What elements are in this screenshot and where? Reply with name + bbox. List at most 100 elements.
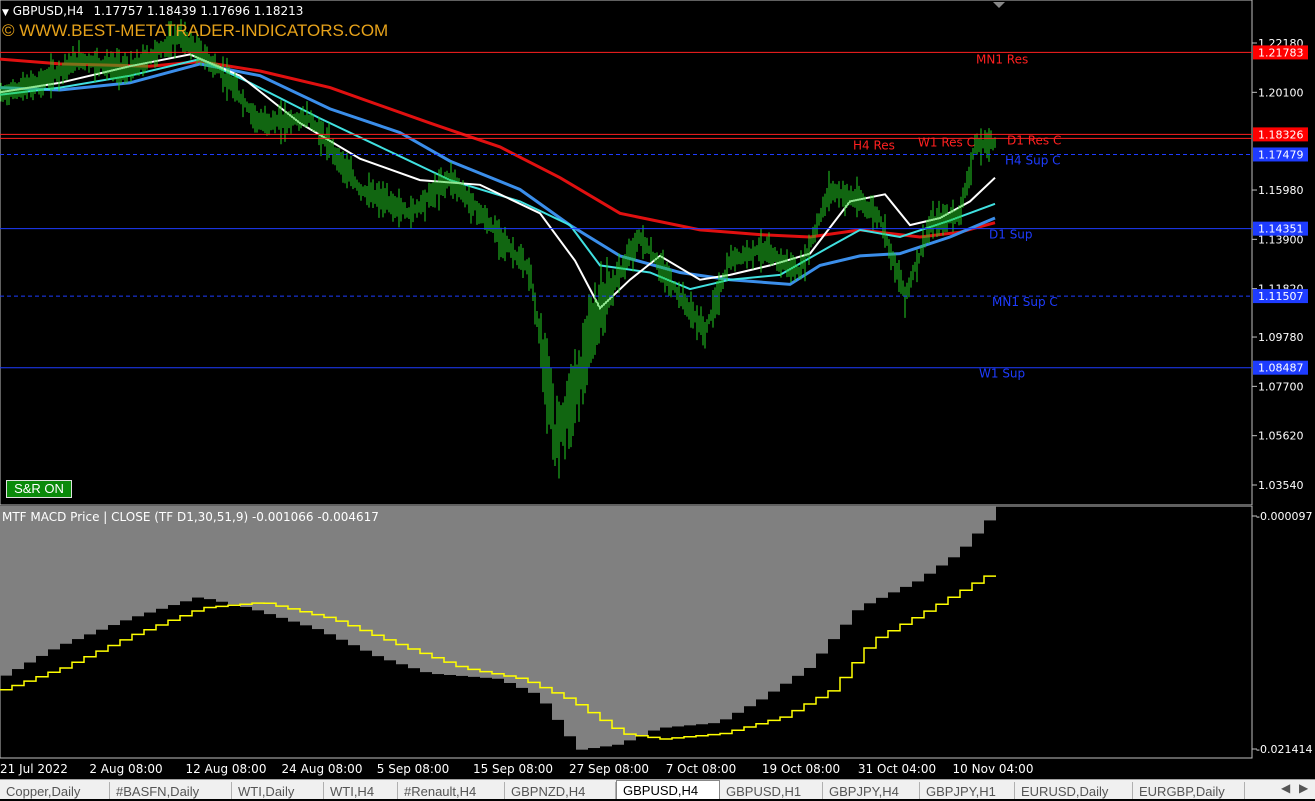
macd-histogram-bar xyxy=(936,506,948,566)
price-tick-label: 1.15980 xyxy=(1258,184,1304,197)
chart-tab[interactable]: Copper,Daily xyxy=(0,782,110,799)
chart-frame xyxy=(0,0,1253,506)
tab-scroll: ◀ ▶ xyxy=(1275,780,1315,799)
macd-histogram-bar xyxy=(480,506,492,678)
macd-title: MTF MACD Price | CLOSE (TF D1,30,51,9) -… xyxy=(2,510,379,524)
macd-histogram-bar xyxy=(768,506,780,692)
price-badge-label: 1.17479 xyxy=(1258,148,1304,161)
time-tick-label: 15 Sep 08:00 xyxy=(472,762,554,776)
macd-histogram-bar xyxy=(576,506,588,750)
macd-histogram-bar xyxy=(708,506,720,724)
chart-tab[interactable]: EURUSD,Daily xyxy=(1015,782,1133,799)
dropdown-triangle-icon[interactable]: ▼ xyxy=(2,8,9,18)
macd-histogram-bar xyxy=(72,506,84,640)
chart-tab[interactable]: EURGBP,Daily xyxy=(1133,782,1245,799)
macd-histogram-bar xyxy=(864,506,876,604)
price-badge-label: 1.08487 xyxy=(1258,362,1304,375)
macd-histogram-bar xyxy=(12,506,24,670)
price-badge-label: 1.21783 xyxy=(1258,46,1304,59)
chart-tab[interactable]: GBPUSD,H4 xyxy=(616,780,720,799)
macd-histogram-bar xyxy=(816,506,828,654)
support-resistance-levels: MN1 Res H4 Res W1 Res C D1 Res C H4 Sup C D1 … xyxy=(0,51,1252,381)
symbol-header: ▼ GBPUSD,H4 1.17757 1.18439 1.17696 1.18… xyxy=(2,4,303,18)
macd-histogram-bar xyxy=(780,506,792,684)
macd-histogram-bar xyxy=(48,506,60,650)
macd-histogram-bar xyxy=(984,506,996,521)
macd-histogram-bar xyxy=(564,506,576,737)
level-label: W1 Res C xyxy=(918,135,975,149)
chart-tab[interactable]: GBPNZD,H4 xyxy=(505,782,616,799)
macd-histogram-bar xyxy=(36,506,48,656)
level-label: MN1 Res xyxy=(976,52,1028,66)
macd-histogram-bar xyxy=(828,506,840,640)
ma-blue-line xyxy=(0,62,996,286)
macd-histogram-bar xyxy=(792,506,804,676)
macd-histogram-bar xyxy=(420,506,432,673)
time-tick-label: 10 Nov 04:00 xyxy=(952,762,1034,776)
macd-histogram-bar xyxy=(312,506,324,630)
macd-histogram-bar xyxy=(324,506,336,635)
macd-histogram-bar xyxy=(384,506,396,661)
ohlc-values: 1.17757 1.18439 1.17696 1.18213 xyxy=(93,4,304,18)
sr-toggle-button[interactable]: S&R ON xyxy=(6,480,72,498)
price-tick-label: 1.09780 xyxy=(1258,331,1304,344)
chart-tab[interactable]: WTI,H4 xyxy=(324,782,398,799)
price-tick-label: 1.05620 xyxy=(1258,430,1304,443)
price-badge-label: 1.14351 xyxy=(1258,223,1304,236)
macd-tick-label: -0.021414 xyxy=(1256,743,1312,756)
macd-histogram-bar xyxy=(360,506,372,651)
level-label: MN1 Sup C xyxy=(992,295,1058,309)
chart-tab-bar: Copper,Daily #BASFN,Daily WTI,Daily WTI,H4 #… xyxy=(0,779,1315,799)
macd-histogram-bar xyxy=(348,506,360,646)
macd-histogram-bar xyxy=(372,506,384,657)
moving-averages xyxy=(0,53,996,310)
macd-tick-label: -0.000097 xyxy=(1256,510,1312,523)
chart-tab[interactable]: #Renault,H4 xyxy=(398,782,505,799)
macd-histogram-bar xyxy=(684,506,696,726)
time-tick-label: 12 Aug 08:00 xyxy=(185,762,267,776)
ma-red-line xyxy=(0,57,996,239)
price-tick-label: 1.03540 xyxy=(1258,479,1304,492)
time-tick-label: 2 Aug 08:00 xyxy=(89,762,163,776)
macd-histogram-bar xyxy=(624,506,636,741)
macd-histogram-bar xyxy=(540,506,552,704)
level-label: W1 Sup xyxy=(979,367,1025,381)
macd-histogram-bar xyxy=(636,506,648,736)
macd-histogram-bar xyxy=(804,506,816,668)
chart-tab[interactable]: GBPJPY,H4 xyxy=(823,782,920,799)
chart-tab[interactable]: #BASFN,Daily xyxy=(110,782,232,799)
price-chart[interactable]: MN1 Res H4 Res W1 Res C D1 Res C H4 Sup C D1 … xyxy=(0,0,1315,506)
scroll-right-icon[interactable]: ▶ xyxy=(1299,781,1308,795)
macd-histogram-bar xyxy=(912,506,924,582)
macd-histogram-bar xyxy=(960,506,972,547)
macd-histogram-bar xyxy=(720,506,732,720)
macd-histogram-bar xyxy=(696,506,708,725)
macd-histogram-bar xyxy=(924,506,936,574)
time-tick-label: 27 Sep 08:00 xyxy=(568,762,650,776)
chart-tab[interactable]: GBPJPY,H1 xyxy=(920,782,1015,799)
macd-axis: -0.000097 -0.021414 xyxy=(1252,510,1312,756)
macd-histogram-bar xyxy=(432,506,444,675)
chart-tab[interactable]: GBPUSD,H1 xyxy=(720,782,823,799)
macd-histogram-bar xyxy=(444,506,456,675)
macd-histogram-bar xyxy=(336,506,348,640)
time-tick-label: 31 Oct 04:00 xyxy=(857,762,937,776)
macd-histogram-bar xyxy=(672,506,684,727)
time-tick-label: 24 Aug 08:00 xyxy=(281,762,363,776)
price-bars xyxy=(0,19,996,479)
shift-marker-icon[interactable] xyxy=(993,2,1005,8)
macd-histogram-bar xyxy=(588,506,600,749)
macd-histogram-bar xyxy=(408,506,420,669)
macd-histogram-bar xyxy=(744,506,756,707)
scroll-left-icon[interactable]: ◀ xyxy=(1281,781,1290,795)
macd-histogram-bar xyxy=(732,506,744,713)
macd-histogram-bar xyxy=(456,506,468,676)
level-label: H4 Res xyxy=(853,138,895,152)
level-label: D1 Sup xyxy=(989,228,1033,242)
macd-histogram-bar xyxy=(660,506,672,728)
macd-histogram-bar xyxy=(876,506,888,598)
macd-histogram-bar xyxy=(948,506,960,558)
time-tick-label: 19 Oct 08:00 xyxy=(761,762,841,776)
macd-panel[interactable]: -0.000097 -0.021414 xyxy=(0,506,1315,759)
chart-tab[interactable]: WTI,Daily xyxy=(232,782,324,799)
